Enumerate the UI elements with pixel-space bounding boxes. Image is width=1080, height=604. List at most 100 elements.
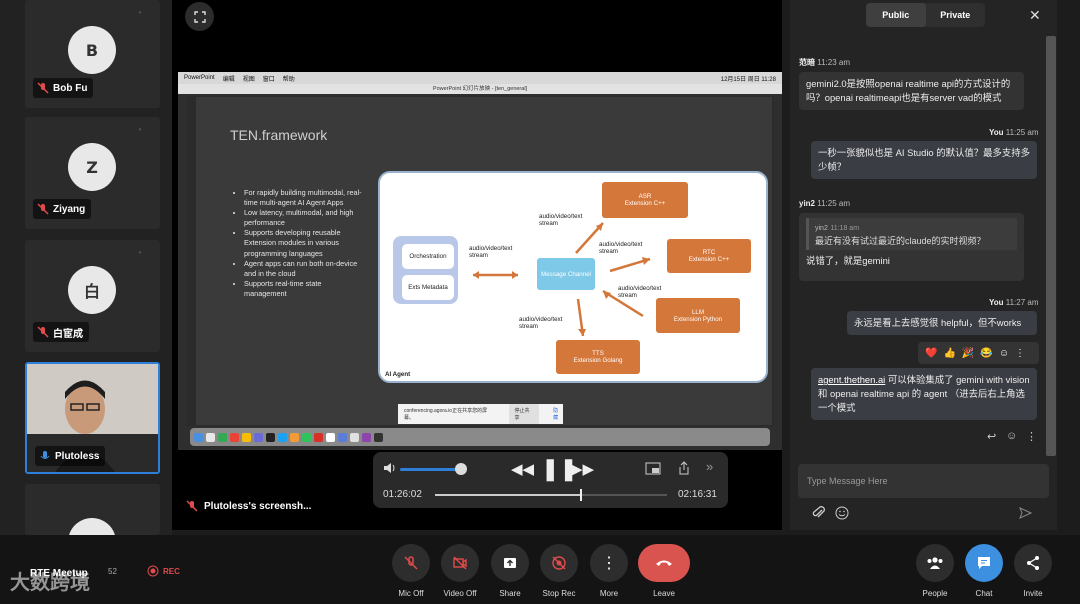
participant-video-tile[interactable]: Plutoless <box>25 362 160 474</box>
thumbs-up-reaction-icon[interactable]: 👍 <box>943 348 955 359</box>
more-options-icon[interactable]: ⋮ <box>1015 348 1025 359</box>
reply-icon[interactable]: ↩ <box>987 430 996 443</box>
share-screen-icon <box>504 558 516 568</box>
button-label: More <box>599 589 619 598</box>
forward-button[interactable]: ▶▶ <box>571 460 594 478</box>
seek-knob[interactable] <box>580 489 582 501</box>
chat-icon <box>978 557 990 569</box>
chat-scrollbar[interactable] <box>1046 36 1056 456</box>
box-label: ASR <box>638 193 652 200</box>
close-chat-icon[interactable]: ✕ <box>1029 7 1041 24</box>
button-label: Chat <box>975 589 993 598</box>
mac-dock <box>190 428 770 446</box>
rec-label: REC <box>163 566 180 576</box>
participant-tile[interactable]: ◔ B Bob Fu <box>25 0 160 108</box>
mac-menu-item: 窗口 <box>262 76 275 83</box>
participant-tile[interactable]: ◔ 白 白宦成 <box>25 240 160 352</box>
participant-tile[interactable] <box>25 484 160 566</box>
sender-name: yin2 <box>799 199 816 208</box>
box-label: Exts Metadata <box>408 284 448 291</box>
mac-menubar: PowerPoint 编辑 视图 窗口 帮助 12月15日 周日 11:28 <box>178 72 782 84</box>
quoted-message[interactable]: yin2 11:18 am 最近有没有试过最近的claude的实时视频？ <box>806 218 1017 250</box>
name-tag: 白宦成 <box>33 322 89 342</box>
participant-name: Plutoless <box>55 450 100 462</box>
meeting-app: ◔ B Bob Fu ◔ Z Ziyang ◔ 白 白宦成 Plutoless … <box>0 0 1080 604</box>
presentation-slide: TEN.framework For rapidly building multi… <box>196 97 772 425</box>
chat-message-with-quote: yin2 11:18 am 最近有没有试过最近的claude的实时视频？ 说错了… <box>799 213 1024 281</box>
message-link[interactable]: agent.thethen.ai <box>818 374 885 385</box>
dock-app-icon <box>194 432 203 442</box>
seek-bar[interactable] <box>435 494 667 496</box>
share-out-icon[interactable] <box>677 461 691 475</box>
people-button[interactable]: People <box>915 544 955 598</box>
elapsed-time: 01:26:02 <box>383 489 422 500</box>
button-label: Stop Rec <box>542 589 576 598</box>
invite-button[interactable]: Invite <box>1013 544 1053 598</box>
mic-off-button[interactable]: Mic Off <box>391 544 431 598</box>
stop-sharing-button[interactable]: 停止共享 <box>509 404 540 424</box>
quote-text: 最近有没有试过最近的claude的实时视频？ <box>815 236 986 246</box>
slide-bullets: For rapidly building multimodal, real-ti… <box>234 188 364 299</box>
mic-off-icon <box>404 556 418 570</box>
mac-menu-item: 视图 <box>242 76 255 83</box>
add-emoji-icon[interactable]: ☺ <box>999 348 1009 359</box>
emoji-picker-icon[interactable] <box>835 506 849 520</box>
tab-public[interactable]: Public <box>866 3 926 27</box>
mic-off-icon <box>37 203 49 215</box>
chat-message: 永远是看上去感觉很 helpful，但不works <box>847 311 1037 335</box>
attach-icon[interactable] <box>812 506 826 520</box>
recording-indicator: REC <box>147 565 180 577</box>
video-off-button[interactable]: Video Off <box>440 544 480 598</box>
more-icon[interactable]: ⋮ <box>1026 430 1037 443</box>
asr-box: ASR Extension C++ <box>602 182 688 218</box>
laugh-reaction-icon[interactable]: 😂 <box>980 348 992 359</box>
share-button[interactable]: Share <box>490 544 530 598</box>
mac-menu-item: 编辑 <box>222 76 235 83</box>
tab-private[interactable]: Private <box>926 3 986 27</box>
box-label: TTS <box>592 350 604 357</box>
volume-slider[interactable] <box>400 468 460 471</box>
fullscreen-button[interactable] <box>185 2 214 31</box>
volume-knob[interactable] <box>455 463 467 475</box>
signal-icon: ◔ <box>136 8 143 19</box>
participant-strip[interactable]: ◔ B Bob Fu ◔ Z Ziyang ◔ 白 白宦成 Plutoless <box>0 0 172 566</box>
name-tag: Bob Fu <box>33 78 94 98</box>
participant-name: Bob Fu <box>53 82 88 94</box>
box-sublabel: Extension C++ <box>624 200 666 207</box>
more-button[interactable]: ⋮ More <box>589 544 629 598</box>
stream-label: audio/video/text stream <box>469 245 513 259</box>
send-icon[interactable] <box>1019 507 1032 519</box>
video-off-icon <box>453 556 467 570</box>
message-input[interactable]: Type Message Here <box>798 464 1049 498</box>
message-meta: 范暗 11:23 am <box>799 57 850 68</box>
stream-label: audio/video/text stream <box>618 285 662 299</box>
expand-icon[interactable]: » <box>706 459 713 474</box>
leave-button[interactable]: Leave <box>638 544 690 598</box>
sender-name: You <box>989 298 1004 307</box>
rewind-button[interactable]: ◀◀ <box>511 460 534 478</box>
mac-menu-item: PowerPoint <box>184 75 215 81</box>
people-icon <box>927 557 943 569</box>
chat-message: gemini2.0是按照openai realtime api的方式设计的吗？o… <box>799 72 1024 110</box>
total-time: 02:16:31 <box>678 489 717 500</box>
party-reaction-icon[interactable]: 🎉 <box>962 348 974 359</box>
sender-name: You <box>989 128 1004 137</box>
volume-icon[interactable] <box>383 462 397 474</box>
hide-button[interactable]: 隐藏 <box>553 407 563 421</box>
quote-sender: yin2 <box>815 225 828 232</box>
stop-rec-button[interactable]: Stop Rec <box>539 544 579 598</box>
participant-tile[interactable]: ◔ Z Ziyang <box>25 117 160 229</box>
chat-button[interactable]: Chat <box>964 544 1004 598</box>
pip-icon[interactable] <box>645 462 661 475</box>
dock-app-icon <box>338 432 347 442</box>
emoji-icon[interactable]: ☺ <box>1006 430 1017 442</box>
name-tag: Ziyang <box>33 199 92 219</box>
dock-app-icon <box>362 432 371 442</box>
message-text: 说错了，就是gemini <box>806 255 890 266</box>
box-sublabel: Extension Python <box>673 315 723 323</box>
mic-off-icon <box>37 326 49 338</box>
seek-progress <box>435 494 580 496</box>
heart-reaction-icon[interactable]: ❤️ <box>925 348 937 359</box>
box-sublabel: Extension Golang <box>573 357 623 364</box>
screen-share-label: Plutoless's screensh... <box>186 500 311 512</box>
